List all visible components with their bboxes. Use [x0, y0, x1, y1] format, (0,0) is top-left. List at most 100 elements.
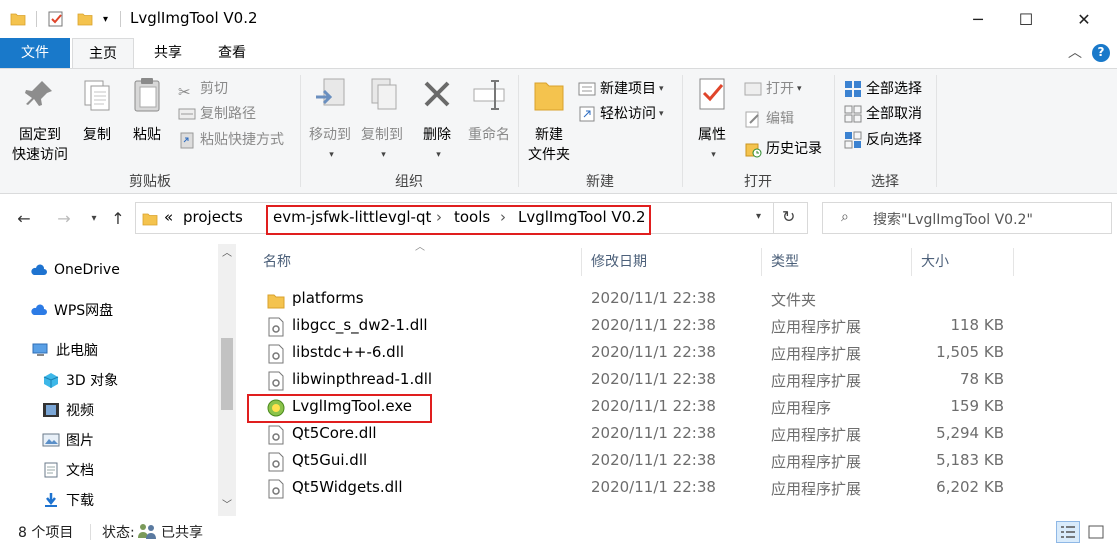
- scrollbar-thumb[interactable]: [221, 338, 233, 410]
- move-to-button[interactable]: 移动到 ▾: [304, 75, 356, 165]
- copy-path-label: 复制路径: [200, 106, 256, 122]
- nav-item-this-pc[interactable]: 此电脑: [32, 336, 98, 364]
- ribbon: 固定到 快速访问 复制 粘贴 ✂ 剪切 复制路径 粘贴快捷方式 剪贴板 移动到: [0, 68, 1117, 194]
- properties-icon: [699, 78, 725, 110]
- customize-dropdown-icon[interactable]: ▾: [103, 14, 108, 25]
- file-row-lvglimgtool-exe[interactable]: LvglImgTool.exe 2020/11/1 22:38 应用程序 159…: [245, 394, 1045, 423]
- nav-item-label: 图片: [66, 433, 94, 449]
- edit-button[interactable]: 编辑: [744, 107, 794, 131]
- file-type: 应用程序扩展: [771, 372, 862, 390]
- select-none-label: 全部取消: [866, 106, 922, 122]
- copy-path-button[interactable]: 复制路径: [178, 102, 256, 126]
- file-row-libwinpthread[interactable]: libwinpthread-1.dll 2020/11/1 22:38 应用程序…: [245, 367, 1045, 394]
- pin-to-quick-access-button[interactable]: 固定到 快速访问: [8, 75, 72, 165]
- file-size: 78 KB: [960, 370, 1004, 388]
- tab-share[interactable]: 共享: [138, 38, 198, 68]
- nav-item-wps-drive[interactable]: WPS网盘: [30, 296, 113, 324]
- divider: [1013, 248, 1014, 276]
- tab-home[interactable]: 主页: [72, 38, 134, 69]
- divider: [36, 11, 37, 27]
- scroll-down-icon[interactable]: ﹀: [222, 496, 232, 511]
- rename-button[interactable]: 重命名: [462, 75, 516, 145]
- new-group-label: 新建: [586, 174, 614, 190]
- copy-icon: [84, 80, 110, 111]
- column-header-name[interactable]: 名称: [255, 244, 581, 280]
- breadcrumb-overflow[interactable]: «: [164, 208, 173, 226]
- back-arrow-icon[interactable]: ←: [12, 206, 36, 230]
- maximize-button[interactable]: ☐: [1003, 0, 1049, 38]
- file-size: 5,183 KB: [936, 451, 1004, 469]
- nav-item-documents[interactable]: 文档: [42, 456, 94, 484]
- column-header-size[interactable]: 大小: [913, 244, 1013, 280]
- open-button[interactable]: 打开 ▾: [744, 77, 802, 101]
- file-date: 2020/11/1 22:38: [591, 370, 716, 388]
- divider: [936, 75, 937, 187]
- address-bar[interactable]: « projects evm-jsfwk-littlevgl-qt › tool…: [135, 202, 808, 235]
- recent-locations-chevron-icon[interactable]: ▾: [82, 206, 106, 230]
- cut-button[interactable]: ✂ 剪切: [178, 77, 228, 101]
- new-folder-button[interactable]: 新建 文件夹: [522, 75, 576, 165]
- paste-button[interactable]: 粘贴: [126, 75, 168, 145]
- column-header-type[interactable]: 类型: [763, 244, 911, 280]
- details-view-icon[interactable]: [1056, 521, 1080, 543]
- download-icon: [45, 493, 57, 507]
- properties-label: 属性: [698, 127, 726, 143]
- divider: [120, 11, 122, 27]
- dll-icon: [268, 344, 284, 364]
- column-header-date[interactable]: 修改日期: [583, 244, 761, 280]
- file-type: 文件夹: [771, 291, 817, 309]
- file-row-libstdc[interactable]: libstdc++-6.dll 2020/11/1 22:38 应用程序扩展 1…: [245, 340, 1045, 367]
- large-icons-view-icon[interactable]: [1084, 521, 1108, 543]
- copy-to-button[interactable]: 复制到 ▾: [356, 75, 408, 165]
- file-row-qt5core[interactable]: Qt5Core.dll 2020/11/1 22:38 应用程序扩展 5,294…: [245, 421, 1045, 448]
- new-item-button[interactable]: 新建项目 ▾: [578, 77, 664, 101]
- divider: [90, 524, 91, 540]
- collapse-ribbon-icon[interactable]: ︿: [1068, 38, 1082, 68]
- refresh-icon[interactable]: ↻: [782, 207, 795, 226]
- tab-view[interactable]: 查看: [200, 38, 264, 68]
- paste-shortcut-button[interactable]: 粘贴快捷方式: [178, 128, 284, 152]
- address-dropdown-icon[interactable]: ▾: [756, 211, 761, 222]
- history-button[interactable]: 历史记录: [744, 137, 822, 161]
- help-icon[interactable]: ?: [1092, 44, 1110, 62]
- file-name: platforms: [292, 289, 364, 307]
- easy-access-button[interactable]: 轻松访问 ▾: [578, 102, 664, 126]
- easy-access-icon: [579, 106, 595, 122]
- nav-item-onedrive[interactable]: OneDrive: [30, 256, 120, 284]
- delete-button[interactable]: 删除 ▾: [416, 75, 458, 165]
- minimize-button[interactable]: ─: [955, 0, 1001, 38]
- status-bar: 8 个项目 状态: 已共享: [0, 516, 1117, 547]
- file-row-qt5gui[interactable]: Qt5Gui.dll 2020/11/1 22:38 应用程序扩展 5,183 …: [245, 448, 1045, 475]
- nav-item-3d-objects[interactable]: 3D 对象: [42, 366, 118, 394]
- properties-button[interactable]: 属性 ▾: [688, 75, 736, 165]
- invert-selection-button[interactable]: 反向选择: [844, 128, 922, 152]
- nav-item-videos[interactable]: 视频: [42, 396, 94, 424]
- file-name: libgcc_s_dw2-1.dll: [292, 316, 428, 334]
- scroll-up-icon[interactable]: ︿: [222, 244, 232, 259]
- search-box[interactable]: ⌕ 搜索"LvglImgTool V0.2": [822, 202, 1112, 234]
- file-name: Qt5Core.dll: [292, 424, 377, 442]
- file-type: 应用程序扩展: [771, 345, 862, 363]
- nav-item-pictures[interactable]: 图片: [42, 426, 94, 454]
- copy-button[interactable]: 复制: [76, 75, 118, 145]
- nav-item-downloads[interactable]: 下载: [42, 486, 94, 514]
- select-none-button[interactable]: 全部取消: [844, 102, 922, 126]
- nav-pane-scrollbar[interactable]: ︿ ﹀: [218, 244, 236, 516]
- file-row-qt5widgets[interactable]: Qt5Widgets.dll 2020/11/1 22:38 应用程序扩展 6,…: [245, 475, 1045, 502]
- up-arrow-icon[interactable]: ↑: [106, 206, 130, 230]
- breadcrumb-projects[interactable]: projects: [183, 208, 243, 226]
- search-input[interactable]: 搜索"LvglImgTool V0.2": [873, 209, 1033, 229]
- properties-check-icon[interactable]: [47, 10, 65, 28]
- nav-item-label: WPS网盘: [54, 303, 114, 319]
- navigation-bar: ← → ▾ ↑ « projects evm-jsfwk-littlevgl-q…: [0, 196, 1117, 242]
- item-count: 8 个项目: [18, 525, 74, 541]
- file-row-libgcc[interactable]: libgcc_s_dw2-1.dll 2020/11/1 22:38 应用程序扩…: [245, 313, 1045, 340]
- navigation-pane: OneDrive WPS网盘 此电脑 3D 对象 视频 图片 文档 下载: [0, 244, 240, 514]
- select-all-button[interactable]: 全部选择: [844, 77, 922, 101]
- file-name: libwinpthread-1.dll: [292, 370, 433, 388]
- tab-file[interactable]: 文件: [0, 38, 70, 68]
- file-row-platforms[interactable]: platforms 2020/11/1 22:38 文件夹: [245, 286, 1045, 313]
- new-folder-quick-icon[interactable]: [77, 11, 93, 27]
- close-button[interactable]: ✕: [1061, 0, 1107, 38]
- forward-arrow-icon[interactable]: →: [52, 206, 76, 230]
